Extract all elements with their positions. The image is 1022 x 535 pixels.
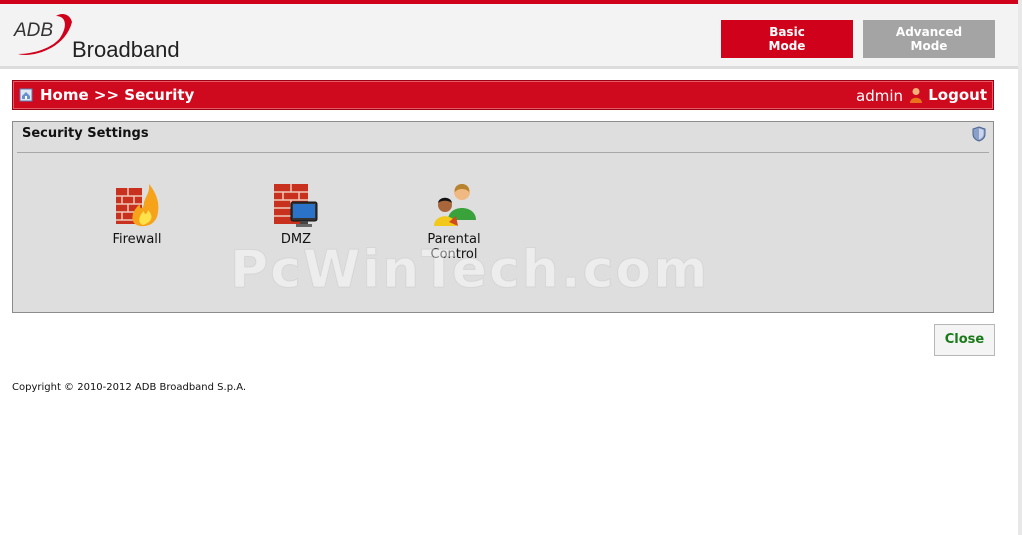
- dmz-icon: [274, 184, 318, 227]
- shield-icon: [972, 126, 986, 142]
- panel-divider: [17, 152, 989, 153]
- user-icon: [910, 88, 922, 103]
- firewall-icon: [116, 184, 159, 227]
- close-button[interactable]: Close: [934, 324, 995, 356]
- breadcrumb-bar: Home >> Security admin Logout: [12, 80, 994, 110]
- parental-control-label: Parental Control: [427, 232, 481, 262]
- scrollbar[interactable]: [1018, 0, 1022, 535]
- header-divider: [0, 66, 1022, 69]
- basic-mode-button[interactable]: Basic Mode: [721, 20, 853, 58]
- logo-name: Broadband: [72, 37, 180, 62]
- parental-control-tile[interactable]: Parental Control: [404, 180, 504, 262]
- firewall-tile[interactable]: Firewall: [87, 180, 187, 247]
- advanced-mode-line2: Mode: [910, 39, 948, 53]
- panel-title: Security Settings: [22, 126, 149, 141]
- security-settings-panel: Security Settings Firewall DMZ Parental …: [12, 121, 994, 313]
- breadcrumb-home-link[interactable]: Home: [40, 86, 89, 104]
- logout-link[interactable]: Logout: [928, 86, 987, 104]
- dmz-tile[interactable]: DMZ: [246, 180, 346, 247]
- header: ADB Broadband Basic Mode Advanced Mode: [0, 4, 1022, 66]
- advanced-mode-line1: Advanced: [895, 25, 963, 39]
- breadcrumb: Home >> Security: [40, 86, 194, 104]
- advanced-mode-button[interactable]: Advanced Mode: [863, 20, 995, 58]
- breadcrumb-current: Security: [124, 86, 195, 104]
- basic-mode-line1: Basic: [769, 25, 805, 39]
- adb-logo: ADB Broadband: [10, 10, 210, 65]
- username-label: admin: [856, 87, 903, 105]
- firewall-label: Firewall: [112, 232, 162, 247]
- dmz-label: DMZ: [280, 232, 312, 247]
- parental-control-icon: [434, 184, 476, 226]
- copyright-text: Copyright © 2010-2012 ADB Broadband S.p.…: [12, 382, 247, 393]
- home-icon[interactable]: [19, 88, 33, 102]
- logo-mark: ADB: [14, 20, 54, 41]
- breadcrumb-separator: >>: [93, 86, 120, 104]
- basic-mode-line2: Mode: [768, 39, 806, 53]
